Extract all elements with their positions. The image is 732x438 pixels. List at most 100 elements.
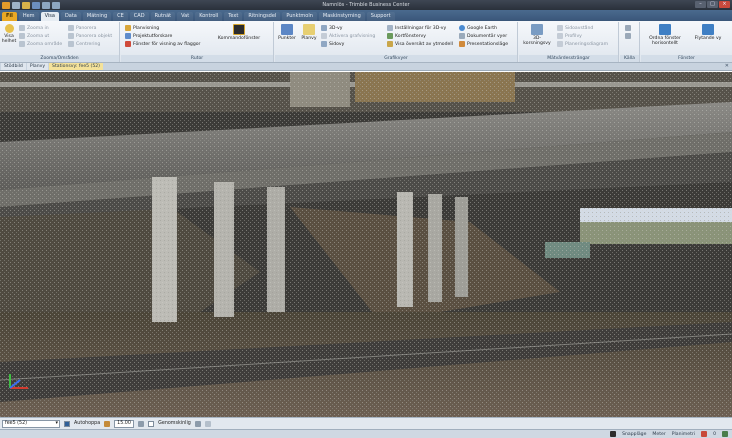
tab-survey[interactable]: Mätning <box>82 12 112 21</box>
zoom-out-icon <box>19 33 25 39</box>
zoom-group: Visa helhet Zooma in Zooma ut Zooma områ… <box>0 22 120 62</box>
project-explorer-button[interactable]: Projektutforskare <box>125 32 172 40</box>
tab-home[interactable]: Hem <box>18 12 39 21</box>
arrange-horizontal-button[interactable]: Ordna fönster horisontellt <box>645 24 685 46</box>
tab-data[interactable]: Data <box>60 12 81 21</box>
source-button-2[interactable] <box>625 32 631 40</box>
units-label[interactable]: Meter <box>652 432 665 437</box>
flag-icon <box>125 41 131 47</box>
plan-view-pane-button[interactable]: Planvisning <box>125 24 159 32</box>
command-window-button[interactable]: Kommandofönster <box>213 24 265 41</box>
document-tab-bar: Stödbild Planvy Stationsvy: fee5 (52) ✕ <box>0 63 732 71</box>
zoom-in-button[interactable]: Zooma in <box>19 24 49 32</box>
panes-group: Planvisning Projektutforskare Fönster fö… <box>121 22 274 62</box>
filter-icon[interactable] <box>194 420 201 427</box>
surface-overview-button[interactable]: Visa översikt av ytmodell <box>387 40 453 48</box>
presentation-icon <box>459 41 465 47</box>
3d-settings-button[interactable]: Inställningar för 3D-vy <box>387 24 446 32</box>
tab-view[interactable]: Visa <box>40 12 59 21</box>
profile-view-button[interactable]: Profilvy <box>557 32 582 40</box>
station-select[interactable]: fee5 (52) <box>2 419 60 428</box>
google-earth-button[interactable]: Google Earth <box>459 24 497 32</box>
tab-cad[interactable]: CAD <box>129 12 149 21</box>
side-view-button[interactable]: Sidovy <box>321 40 344 48</box>
transparent-checkbox[interactable] <box>148 420 155 427</box>
window-arrange-group: Ordna fönster horisontellt Flytande vy F… <box>641 22 732 62</box>
side-view-icon <box>321 41 327 47</box>
tab-drawing[interactable]: Ritningsdel <box>244 12 281 21</box>
zoom-extents-button[interactable]: Visa helhet <box>1 24 17 44</box>
diagram-icon <box>557 41 563 47</box>
3d-view-button[interactable]: 3D-vy <box>321 24 342 32</box>
status-bar: Snappläge Meter Planimetri 0 <box>0 429 732 438</box>
activate-graph-button[interactable]: Aktivera grafvisning <box>321 32 375 40</box>
doc-tab-plan-view[interactable]: Planvy <box>26 63 49 70</box>
zoom-area-button[interactable]: Zooma område <box>19 40 62 48</box>
offset-icon <box>557 25 563 31</box>
close-button[interactable]: × <box>719 1 730 8</box>
doc-tab-close-icon[interactable]: ✕ <box>725 63 729 69</box>
command-window-icon <box>233 24 245 35</box>
explorer-icon <box>125 33 131 39</box>
settings-icon[interactable] <box>138 420 145 427</box>
pan-button[interactable]: Panorera <box>68 24 96 32</box>
profile-icon <box>557 33 563 39</box>
settings-icon <box>387 25 393 31</box>
snap-mode-label[interactable]: Snappläge <box>622 432 646 437</box>
3d-cross-section-button[interactable]: 3D-korsningsvy <box>522 24 552 46</box>
tab-file[interactable]: Fil <box>2 12 17 21</box>
auto-next-checkbox[interactable] <box>64 420 70 427</box>
floating-view-icon <box>702 24 714 35</box>
axis-triad-icon <box>9 374 28 389</box>
zoom-in-icon <box>19 25 25 31</box>
floating-view-button[interactable]: Flytande vy <box>693 24 723 41</box>
station-view-viewport[interactable] <box>0 72 732 417</box>
planning-diagram-button[interactable]: Planeringsdiagram <box>557 40 608 48</box>
window-arrange-group-label: Fönster <box>641 55 732 62</box>
pen-icon[interactable] <box>701 431 708 437</box>
minimize-button[interactable]: – <box>695 1 706 8</box>
map-window-button[interactable]: Kortfönstervy <box>387 32 426 40</box>
window-controls: – □ × <box>695 1 730 8</box>
tab-support[interactable]: Support <box>366 12 395 21</box>
doc-tab-basemap[interactable]: Stödbild <box>1 63 26 70</box>
document-icon <box>459 33 465 39</box>
points-icon <box>281 24 293 35</box>
tab-vat[interactable]: Vat <box>177 12 194 21</box>
doc-tab-station-view[interactable]: Stationsvy: fee5 (52) <box>49 63 103 70</box>
tab-grid[interactable]: Rutnät <box>150 12 176 21</box>
zoom-area-icon <box>19 41 25 47</box>
tab-machine-control[interactable]: Maskinstyrning <box>318 12 365 21</box>
selection-count: 0 <box>713 431 716 437</box>
offset-button[interactable]: Sidoavstånd <box>557 24 593 32</box>
measure-strings-group: 3D-korsningsvy Sidoavstånd Profilvy Plan… <box>519 22 619 62</box>
tab-point-cloud[interactable]: Punktmoln <box>282 12 317 21</box>
panes-group-label: Rutor <box>121 55 273 62</box>
center-icon <box>68 41 74 47</box>
dropdown-icon[interactable] <box>204 420 211 427</box>
opacity-input[interactable]: 15.00 <box>114 419 135 428</box>
center-button[interactable]: Centrering <box>68 40 100 48</box>
plan-view-button[interactable]: Planvy <box>299 24 319 41</box>
window-title: Namnlös - Trimble Business Center <box>322 2 410 8</box>
presentation-mode-button[interactable]: Presentationsläge <box>459 40 508 48</box>
opacity-icon <box>104 420 111 427</box>
ribbon-panel: Visa helhet Zooma in Zooma ut Zooma områ… <box>0 21 732 63</box>
documentary-views-button[interactable]: Dokumentär vyer <box>459 32 507 40</box>
tab-text[interactable]: Text <box>224 12 243 21</box>
cube-icon <box>321 25 327 31</box>
maximize-button[interactable]: □ <box>707 1 718 8</box>
plan-view-icon <box>303 24 315 35</box>
units-extra-label[interactable]: Planimetri <box>672 432 695 437</box>
zoom-out-button[interactable]: Zooma ut <box>19 32 49 40</box>
measure-strings-group-label: Mätvärdessträngar <box>519 55 618 62</box>
tab-control[interactable]: Kontroll <box>195 12 223 21</box>
magnifier-icon <box>4 24 14 33</box>
pan-object-icon <box>68 33 74 39</box>
flag-view-button[interactable]: Fönster för visning av flaggor <box>125 40 200 48</box>
selection-icon[interactable] <box>722 431 728 437</box>
pan-object-button[interactable]: Panorera objekt <box>68 32 112 40</box>
points-button[interactable]: Punkter <box>277 24 297 41</box>
source-button-1[interactable] <box>625 24 631 32</box>
tab-ce[interactable]: CE <box>113 12 128 21</box>
